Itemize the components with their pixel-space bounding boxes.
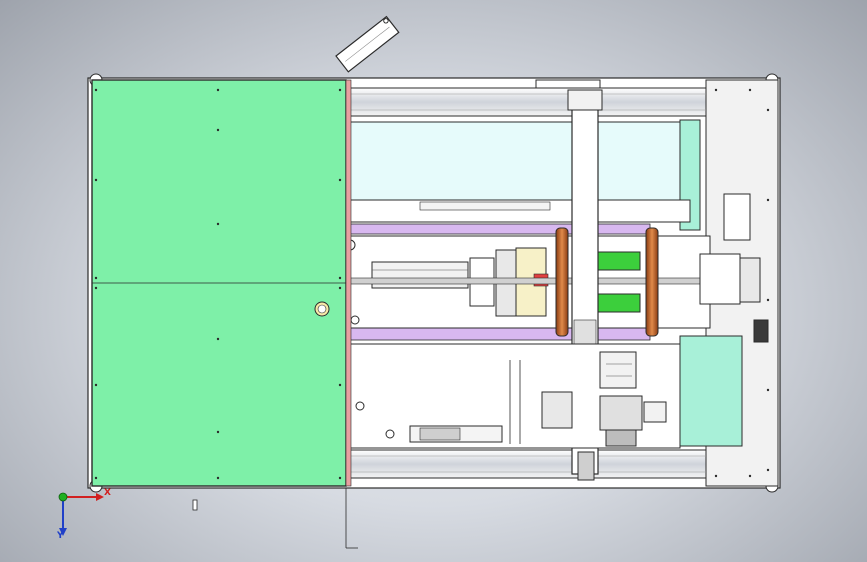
green-cover-panel — [91, 79, 352, 487]
lower-components — [349, 343, 681, 449]
teal-panel — [679, 335, 743, 447]
upper-chamber — [349, 121, 691, 201]
axis-triad — [58, 492, 104, 536]
purple-strip-upper — [349, 223, 651, 235]
leader-lines — [192, 488, 358, 549]
access-flap — [335, 15, 400, 73]
rail-bottom — [349, 449, 707, 479]
purple-strip-lower — [349, 327, 651, 341]
cross-slide-upper — [349, 199, 691, 223]
rotary-ring-right — [645, 227, 659, 337]
y-axis-label: Y — [57, 531, 64, 541]
rotary-ring-left — [555, 227, 569, 337]
cad-drawing[interactable] — [0, 0, 867, 562]
x-axis-label: X — [104, 488, 111, 498]
control-box — [723, 193, 751, 241]
